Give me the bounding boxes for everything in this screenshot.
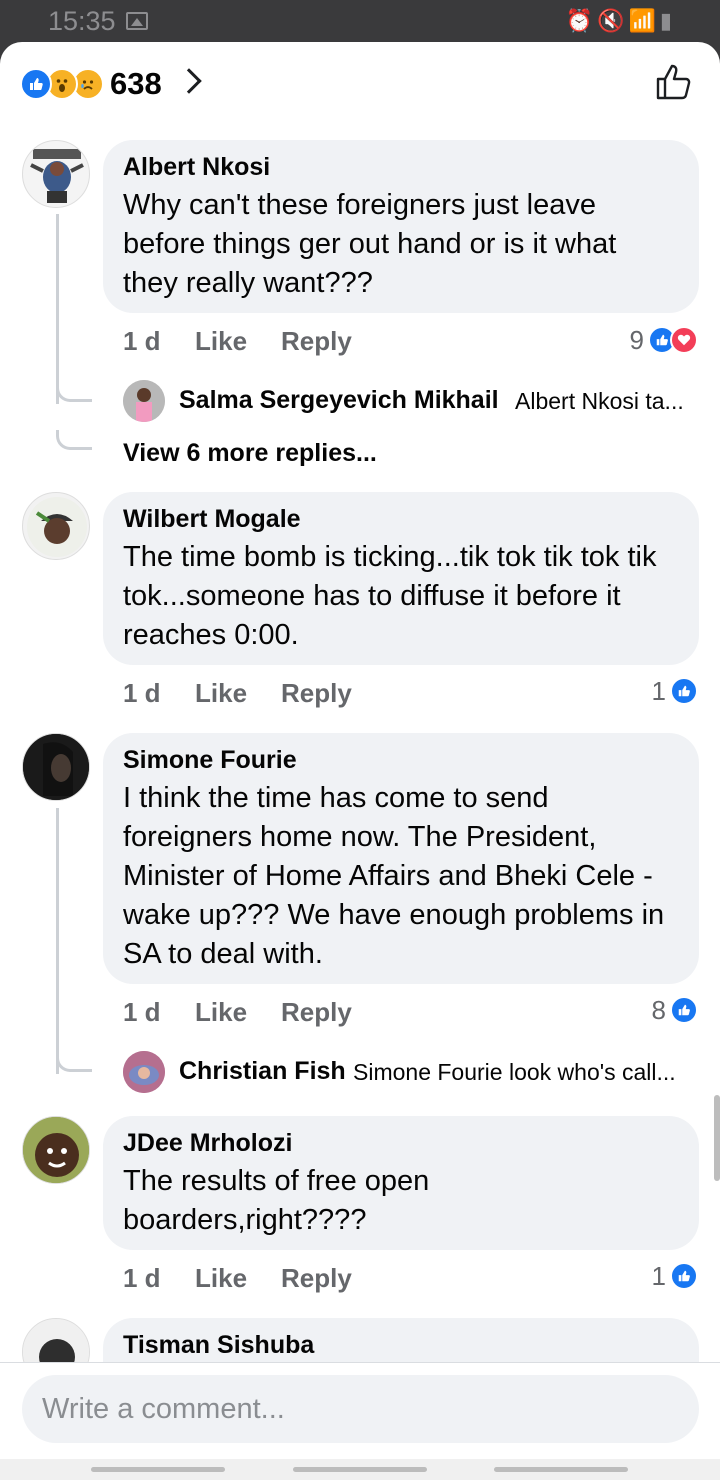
reaction-count: 8 [651,994,666,1025]
reply-button[interactable]: Reply [281,326,352,357]
comment-reactions[interactable]: 1 [652,676,698,706]
comment-reactions[interactable]: 1 [652,1261,698,1291]
reply-text: Albert Nkosi ta... [515,388,684,414]
comment-time: 1 d [123,1263,161,1293]
status-bar: 15:35 ⏰🔇📶▮ [0,0,720,44]
thread-connector [56,430,92,450]
thread-connector [56,1052,92,1072]
like-button[interactable]: Like [195,326,247,357]
view-more-replies-link[interactable]: View 6 more replies... [123,439,377,468]
thumbs-up-outline-icon[interactable] [654,62,694,102]
reply-author[interactable]: Christian Fish [179,1057,346,1086]
like-reaction-icon [670,996,698,1024]
reply-author[interactable]: Salma Sergeyevich Mikhail [179,386,499,415]
comment-input[interactable] [22,1375,699,1443]
reaction-count: 1 [651,675,666,706]
reply-button[interactable]: Reply [281,1263,352,1294]
avatar-wilbert-mogale[interactable] [22,492,90,560]
like-reaction-icon [670,677,698,705]
nav-handle[interactable] [494,1467,628,1472]
comments-sheet: 638 Albert Nkosi Why can't these foreign… [0,42,720,1480]
like-button[interactable]: Like [195,678,247,709]
system-status-icons: ⏰🔇📶▮ [565,8,676,33]
comment-author[interactable]: Wilbert Mogale [123,504,679,534]
comment-reactions[interactable]: 8 [652,995,698,1025]
like-reaction-icon [670,1262,698,1290]
love-reaction-icon [670,326,698,354]
reply-preview[interactable]: Christian Fish Simone Fourie look who's … [123,1051,703,1095]
reaction-count[interactable]: 638 [110,66,162,102]
chevron-right-icon[interactable] [176,68,202,94]
comment-text: The time bomb is ticking...tik tok tik t… [123,541,657,651]
thread-connector [56,382,92,402]
reply-text: Simone Fourie look who's call... [353,1059,676,1085]
reply-button[interactable]: Reply [281,997,352,1028]
comment-author[interactable]: Albert Nkosi [123,152,679,182]
scrollbar[interactable] [714,1095,720,1181]
comment-time: 1 d [123,997,161,1027]
like-button[interactable]: Like [195,997,247,1028]
comment-bubble[interactable]: Albert Nkosi Why can't these foreigners … [103,140,699,313]
like-button[interactable]: Like [195,1263,247,1294]
status-time: 15:35 [48,6,116,36]
reactions-header[interactable]: 638 [0,42,720,130]
reaction-count: 9 [629,324,644,355]
gesture-navigation-bar [0,1459,720,1480]
reply-button[interactable]: Reply [281,678,352,709]
avatar-albert-nkosi[interactable] [22,140,90,208]
avatar-jdee-mrholozi[interactable] [22,1116,90,1184]
comment-time: 1 d [123,326,161,356]
avatar-simone-fourie[interactable] [22,733,90,801]
nav-handle[interactable] [293,1467,427,1472]
comment-text: I think the time has come to send foreig… [123,782,665,970]
comment-bubble[interactable]: JDee Mrholozi The results of free open b… [103,1116,699,1250]
like-reaction-icon [20,68,52,100]
comment-text: Why can't these foreigners just leave be… [123,189,617,299]
comment-text: The results of free open boarders,right?… [123,1165,430,1236]
avatar-salma[interactable] [123,380,165,422]
comment-bubble[interactable]: Simone Fourie I think the time has come … [103,733,699,984]
nav-handle[interactable] [91,1467,225,1472]
comment-composer-bar [0,1362,720,1480]
gallery-icon [126,12,148,30]
comment-author[interactable]: Tisman Sishuba [123,1330,679,1360]
thread-line [56,808,59,1074]
comment-reactions[interactable]: 9 [630,325,698,355]
comment-author[interactable]: JDee Mrholozi [123,1128,679,1158]
reaction-emojis[interactable] [20,68,110,100]
comment-bubble[interactable]: Wilbert Mogale The time bomb is ticking.… [103,492,699,665]
avatar-christian-fish[interactable] [123,1051,165,1093]
reaction-count: 1 [651,1260,666,1291]
reply-preview[interactable]: Salma Sergeyevich Mikhail Albert Nkosi t… [123,380,703,424]
comment-time: 1 d [123,678,161,708]
thread-line [56,214,59,404]
comment-author[interactable]: Simone Fourie [123,745,679,775]
